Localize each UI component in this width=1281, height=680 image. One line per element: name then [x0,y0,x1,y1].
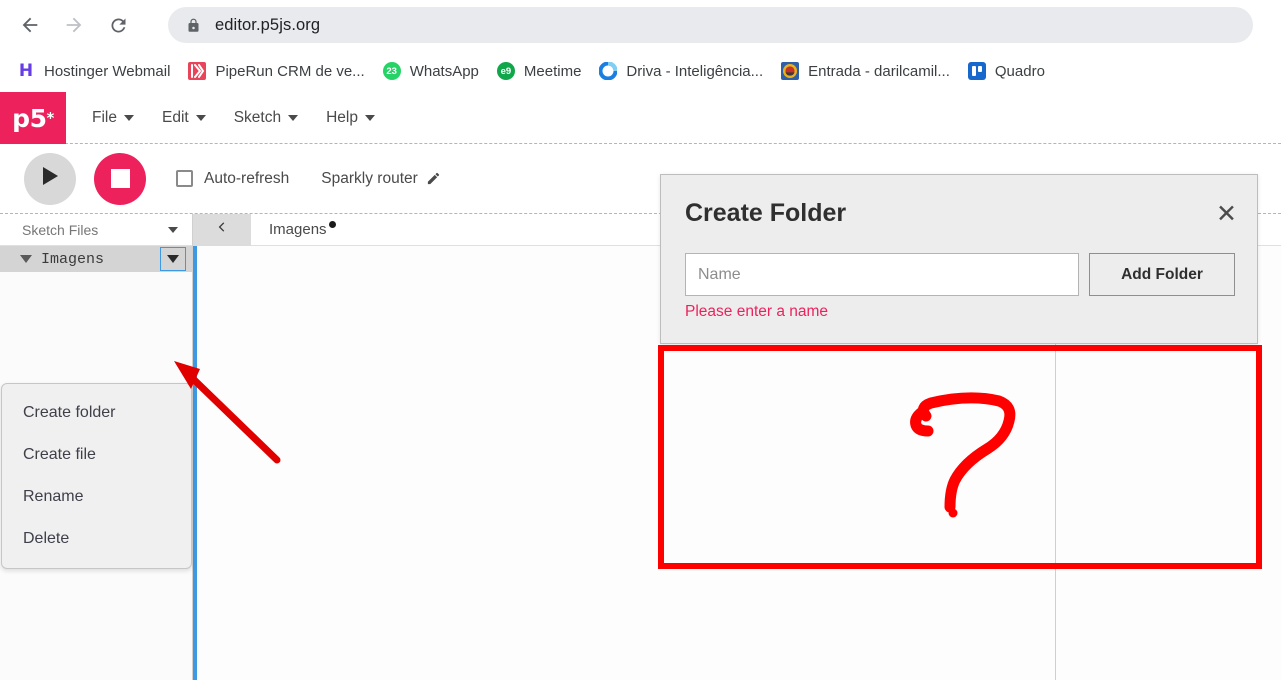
reload-button[interactable] [102,9,134,41]
chevron-down-icon [167,255,179,263]
driva-icon [599,62,618,80]
play-button[interactable] [24,152,76,205]
meetime-icon: e9 [496,62,515,80]
sidebar-title: Sketch Files [22,221,99,238]
bookmark-driva[interactable]: Driva - Inteligência... [590,56,772,86]
close-icon[interactable]: ✕ [1216,201,1237,226]
bookmark-meetime[interactable]: e9 Meetime [488,56,591,86]
pencil-icon[interactable] [426,171,441,186]
collapse-sidebar-button[interactable] [193,213,251,246]
create-folder-modal: Create Folder ✕ Add Folder Please enter … [660,174,1258,344]
stop-button[interactable] [94,152,146,205]
context-menu-item-delete[interactable]: Delete [2,518,191,560]
chevron-down-icon [364,114,375,121]
forward-arrow-icon [63,14,85,36]
file-context-menu: Create folder Create file Rename Delete [1,383,192,569]
folder-name-input[interactable] [685,253,1079,296]
entrada-icon [781,62,800,80]
modal-title: Create Folder [685,199,847,227]
bookmark-label: Driva - Inteligência... [626,62,764,80]
browser-chrome: editor.p5js.org [0,0,1281,50]
context-menu-item-label: Rename [23,488,84,505]
p5-logo[interactable]: p5 * [0,92,66,144]
lock-icon [186,18,201,33]
bookmark-whatsapp[interactable]: 23 WhatsApp [374,56,488,86]
hostinger-icon: H [18,60,34,81]
menu-edit[interactable]: Edit [152,103,216,133]
menu-help[interactable]: Help [316,103,385,133]
chevron-down-icon[interactable] [168,226,178,233]
file-options-button[interactable] [160,247,186,271]
screen: editor.p5js.org H Hostinger Webmail Pipe… [0,0,1281,680]
whatsapp-icon: 23 [382,62,401,80]
triangle-down-icon[interactable] [20,255,32,263]
auto-refresh-toggle[interactable]: Auto-refresh [176,170,289,188]
bookmark-hostinger[interactable]: H Hostinger Webmail [8,56,179,86]
context-menu-item-create-folder[interactable]: Create folder [2,392,191,434]
menu-sketch[interactable]: Sketch [224,103,308,133]
context-menu-item-label: Create file [23,446,96,463]
sidebar-header[interactable]: Sketch Files [0,214,192,246]
bookmark-quadro[interactable]: Quadro [959,56,1054,86]
code-gutter-accent [193,246,197,680]
bookmark-label: Meetime [523,62,582,80]
bookmark-label: Hostinger Webmail [44,62,171,80]
chevron-down-icon [123,114,134,121]
context-menu-item-label: Create folder [23,404,116,421]
bookmark-label: Quadro [994,62,1045,80]
file-tree-item-imagens[interactable]: Imagens [0,246,192,272]
address-bar[interactable]: editor.p5js.org [168,7,1253,43]
bookmark-label: PipeRun CRM de ve... [215,62,365,80]
bookmarks-bar: H Hostinger Webmail PipeRun CRM de ve...… [0,50,1281,92]
file-tree-item-label: Imagens [41,250,105,268]
p5-menu: File Edit Sketch Help [66,92,385,143]
bookmark-label: Entrada - darilcamil... [808,62,950,80]
p5-navbar: p5 * File Edit Sketch Help [0,92,1281,144]
bookmark-label: WhatsApp [409,62,479,80]
context-menu-item-rename[interactable]: Rename [2,476,191,518]
editor-tab-label: Imagens [269,221,327,238]
p5-logo-text: p5 [12,103,47,133]
stop-icon [110,169,130,188]
back-button[interactable] [14,9,46,41]
sketch-name[interactable]: Sparkly router [321,170,440,188]
menu-file[interactable]: File [82,103,144,133]
sketch-name-label: Sparkly router [321,169,418,187]
menu-edit-label: Edit [161,108,189,126]
forward-button[interactable] [58,9,90,41]
menu-help-label: Help [326,108,358,126]
chevron-left-icon [214,218,230,241]
context-menu-item-label: Delete [23,530,70,547]
menu-sketch-label: Sketch [233,108,282,126]
play-icon [40,165,60,192]
auto-refresh-label: Auto-refresh [204,169,290,187]
trello-icon [967,62,986,80]
unsaved-dot-icon [328,220,336,228]
chevron-down-icon [288,114,299,121]
context-menu-item-create-file[interactable]: Create file [2,434,191,476]
file-tree-item-left: Imagens [20,251,104,268]
validation-error-message: Please enter a name [685,303,829,320]
bookmark-piperun[interactable]: PipeRun CRM de ve... [179,56,373,86]
bookmark-entrada[interactable]: Entrada - darilcamil... [772,56,959,86]
piperun-icon [188,62,207,80]
chevron-down-icon [195,114,206,121]
editor-tab-imagens[interactable]: Imagens [251,214,345,246]
back-arrow-icon [19,14,41,36]
add-folder-button[interactable]: Add Folder [1089,253,1235,296]
reload-icon [108,15,129,36]
url-text: editor.p5js.org [215,15,321,34]
auto-refresh-checkbox[interactable] [176,170,193,187]
menu-file-label: File [92,108,117,126]
browser-nav-buttons [14,9,134,41]
